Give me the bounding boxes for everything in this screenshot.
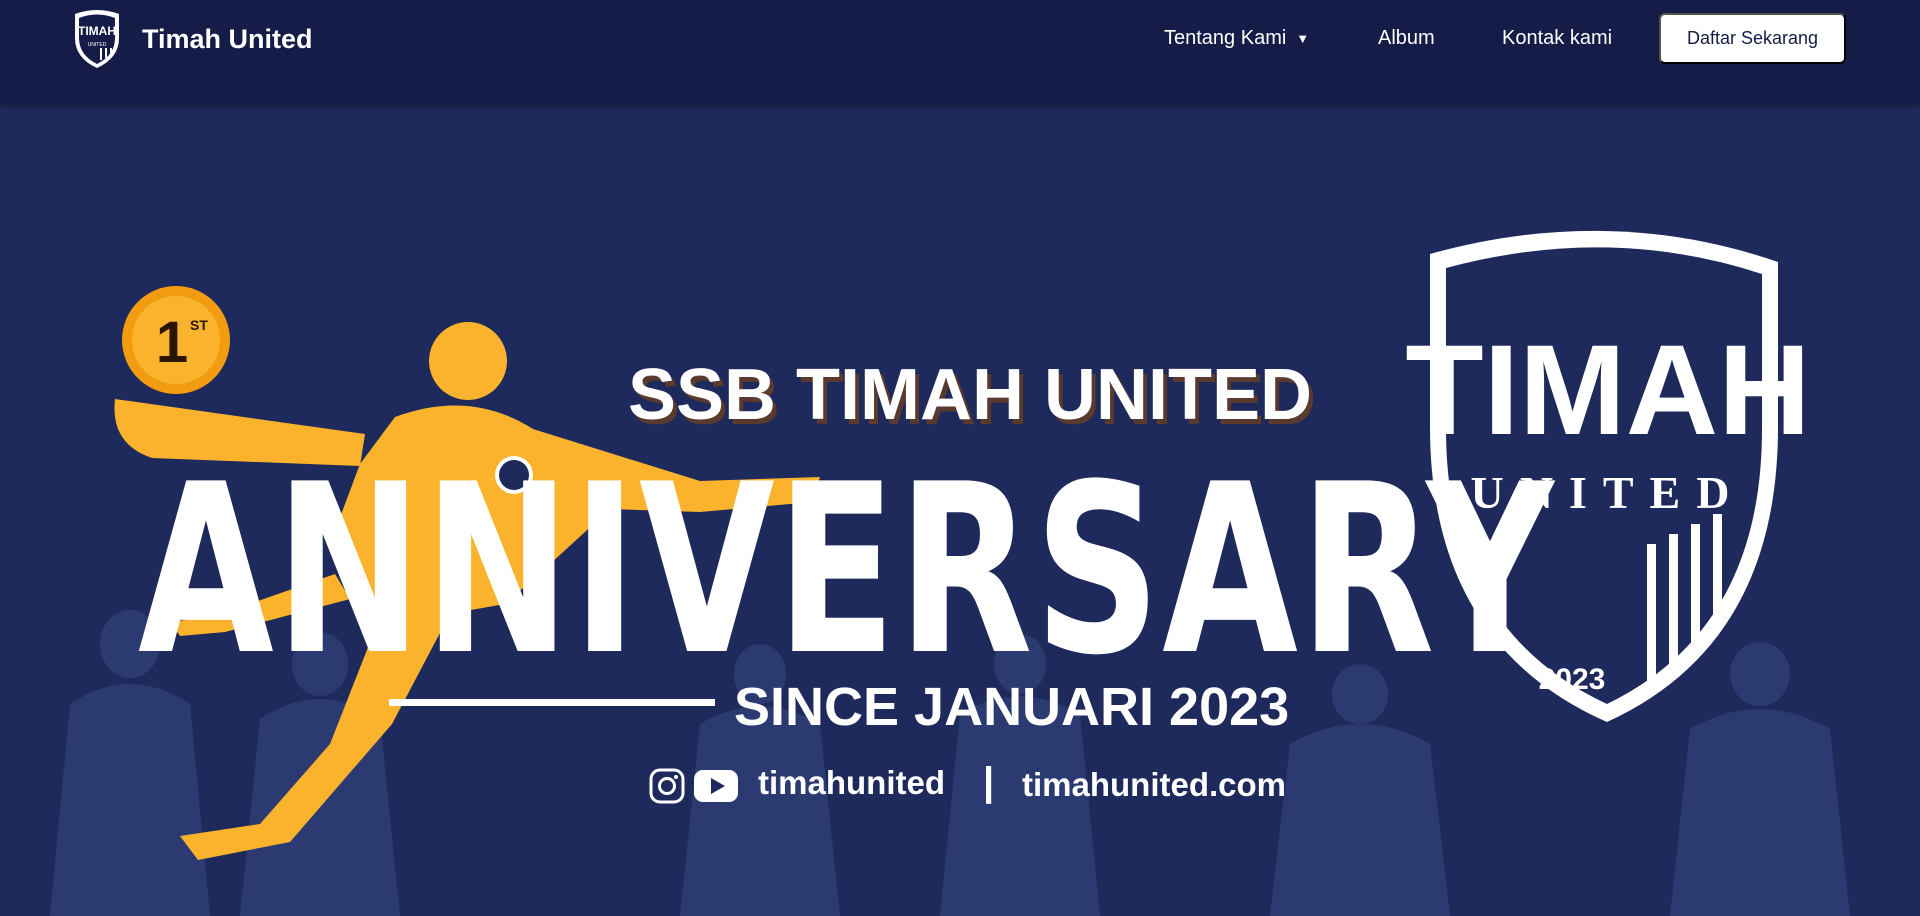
brand-logo-text-top: TIMAH <box>78 24 116 38</box>
nav-item-album[interactable]: Album <box>1378 0 1435 76</box>
nav-item-kontak-kami-label: Kontak kami <box>1502 26 1613 49</box>
hero-banner: 1 ST TIMAH UNITED 2023 SSB TIMAH UNITED … <box>0 104 1920 916</box>
youtube-icon[interactable] <box>694 768 738 804</box>
nav-item-album-label: Album <box>1378 26 1435 49</box>
badge-number: 1 <box>156 310 188 375</box>
register-button[interactable]: Daftar Sekarang <box>1659 13 1846 64</box>
chevron-down-icon: ▼ <box>1296 30 1310 46</box>
social-separator: | <box>983 760 995 804</box>
nav-item-tentang-kami[interactable]: Tentang Kami ▼ <box>1164 0 1309 76</box>
brand-logo-text-bottom: UNITED <box>88 42 107 48</box>
first-anniversary-badge-icon: 1 ST <box>122 286 230 394</box>
navbar: TIMAH UNITED Timah United Tentang Kami ▼… <box>0 0 1920 104</box>
brand-logo-icon: TIMAH UNITED <box>75 10 119 68</box>
brand-link[interactable]: TIMAH UNITED Timah United <box>70 8 313 70</box>
nav-item-tentang-kami-label: Tentang Kami <box>1164 26 1287 49</box>
hero-title: ANNIVERSARY <box>138 435 1556 707</box>
nav-item-kontak-kami[interactable]: Kontak kami <box>1502 0 1612 76</box>
instagram-icon[interactable] <box>649 768 685 804</box>
badge-suffix: ST <box>190 317 208 333</box>
hero-since: SINCE JANUARI 2023 <box>734 677 1290 737</box>
website-link[interactable]: timahunited.com <box>1022 766 1286 804</box>
hero-subtitle: SSB TIMAH UNITED <box>628 355 1312 435</box>
brand-name: Timah United <box>142 23 313 54</box>
social-handle[interactable]: timahunited <box>758 764 945 802</box>
